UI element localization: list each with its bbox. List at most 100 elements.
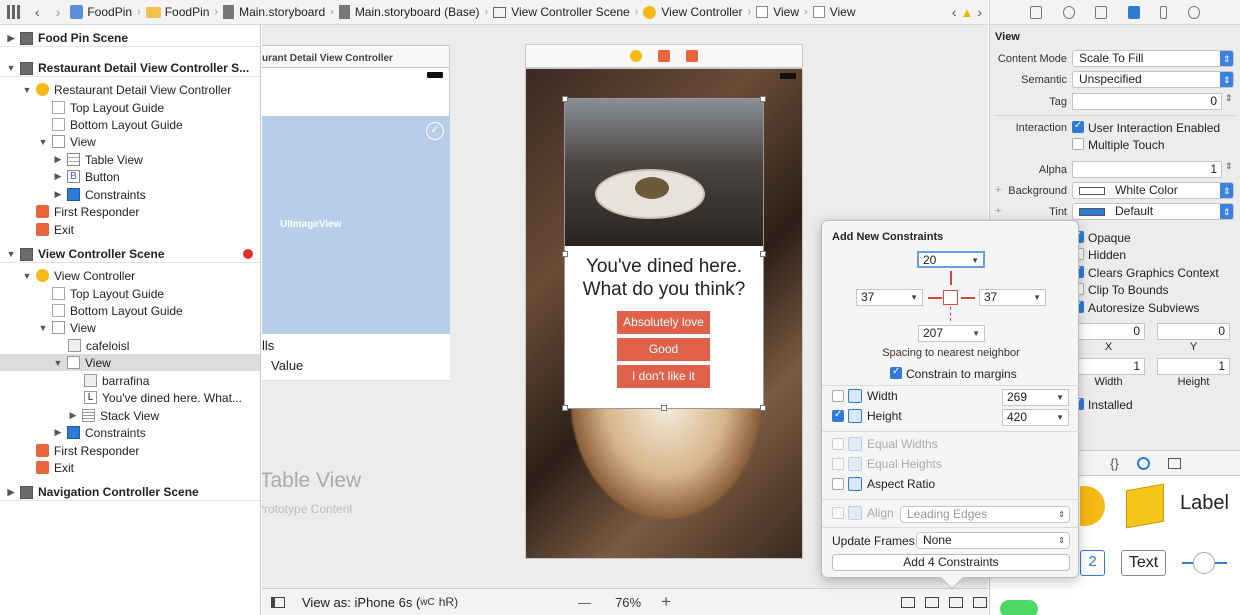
align-checkbox[interactable] <box>832 507 844 519</box>
content-mode-select[interactable]: Scale To Fill <box>1072 50 1234 67</box>
dislike-button[interactable]: I don't like it <box>617 365 710 388</box>
resize-handle[interactable] <box>562 251 568 257</box>
disclosure-down-icon[interactable]: ▼ <box>22 271 32 281</box>
jump-item-scene[interactable]: View Controller Scene <box>491 5 632 19</box>
stepper-icon[interactable]: ⇕ <box>1225 93 1233 104</box>
jump-item-project[interactable]: FoodPin <box>68 5 134 19</box>
outline-row-view-3[interactable]: ▼ View <box>0 354 260 371</box>
love-button[interactable]: Absolutely love it! <box>617 311 710 352</box>
stretch-y-field[interactable]: 0 <box>1157 323 1230 340</box>
height-checkbox[interactable] <box>832 409 844 422</box>
disclosure-right-icon[interactable]: ▶ <box>6 33 16 44</box>
equal-heights-checkbox[interactable] <box>832 458 844 470</box>
stack-icon[interactable] <box>925 596 940 608</box>
restaurant-scene[interactable]: UIImageView ✓ lls Value Table View Proto… <box>262 68 450 558</box>
good-button[interactable]: Good <box>617 338 710 361</box>
top-spacing-field[interactable]: 20 ▼ <box>917 251 985 268</box>
multiple-touch-checkbox[interactable] <box>1072 138 1084 150</box>
outline-row-vc-scene[interactable]: ▼ View Controller Scene <box>0 246 260 263</box>
height-value-field[interactable]: 420 ▼ <box>1002 409 1069 426</box>
disclosure-right-icon[interactable]: ▶ <box>53 189 63 200</box>
resize-handle[interactable] <box>760 96 766 102</box>
tint-select[interactable]: Default <box>1072 203 1234 220</box>
disclosure-down-icon[interactable]: ▼ <box>22 85 32 95</box>
toggle-outline-icon[interactable] <box>271 596 285 608</box>
dialog-view[interactable]: You've dined here. What do you think? Ab… <box>562 96 766 411</box>
file-inspector-icon[interactable] <box>1030 5 1043 19</box>
right-strut-icon[interactable] <box>961 297 975 299</box>
library-item-object-cube-icon[interactable] <box>1126 483 1164 529</box>
jump-item-view-2[interactable]: View <box>811 5 858 19</box>
bottom-spacing-field[interactable]: 207 ▼ <box>918 325 985 342</box>
equal-widths-checkbox[interactable] <box>832 438 844 450</box>
jump-item-view-controller[interactable]: View Controller <box>641 5 744 19</box>
jump-item-storyboard[interactable]: Main.storyboard <box>221 5 327 19</box>
disclosure-right-icon[interactable]: ▶ <box>53 427 63 438</box>
stepper-icon[interactable]: ⇕ <box>1225 161 1233 172</box>
aspect-ratio-checkbox[interactable] <box>832 478 844 490</box>
resolve-icon[interactable] <box>973 596 988 608</box>
disclosure-right-icon[interactable]: ▶ <box>53 154 63 165</box>
connections-inspector-icon[interactable] <box>1187 5 1200 19</box>
library-item-label[interactable]: Label <box>1180 492 1229 515</box>
size-inspector-icon[interactable] <box>1160 5 1168 19</box>
forward-icon[interactable]: › <box>56 4 61 20</box>
vc-scene[interactable]: You've dined here. What do you think? Ab… <box>525 68 803 559</box>
dropdown-icon[interactable]: ▼ <box>971 253 979 268</box>
outline-row-food-pin-scene[interactable]: ▶ Food Pin Scene <box>0 30 260 47</box>
resize-handle[interactable] <box>760 405 766 411</box>
jump-item-storyboard-base[interactable]: Main.storyboard (Base) <box>337 5 482 19</box>
outline-row-view[interactable]: ▼ View <box>0 133 260 150</box>
disclosure-down-icon[interactable]: ▼ <box>6 249 16 259</box>
zoom-out-button[interactable]: — <box>578 595 591 610</box>
outline-row-exit[interactable]: Exit <box>0 221 260 238</box>
alpha-field[interactable]: 1 <box>1072 161 1222 178</box>
error-badge-icon[interactable] <box>243 249 253 259</box>
outline-row-top-guide[interactable]: Top Layout Guide <box>0 99 260 116</box>
resize-handle[interactable] <box>562 96 568 102</box>
identity-inspector-icon[interactable] <box>1095 5 1108 19</box>
library-item-page-control[interactable]: 2 <box>1080 550 1105 576</box>
user-interaction-checkbox[interactable] <box>1072 120 1084 133</box>
width-checkbox[interactable] <box>832 390 844 402</box>
outline-row-nav-scene[interactable]: ▶ Navigation Controller Scene <box>0 484 260 501</box>
left-strut-icon[interactable] <box>928 297 942 299</box>
warning-icon[interactable]: ▲ <box>960 5 973 20</box>
image-view[interactable]: UIImageView ✓ <box>262 116 450 334</box>
dropdown-icon[interactable]: ▼ <box>972 326 980 341</box>
outline-row-view-2[interactable]: ▼ View <box>0 319 260 336</box>
add-constraints-button[interactable]: Add 4 Constraints <box>832 554 1070 571</box>
disclosure-right-icon[interactable]: ▶ <box>6 487 16 498</box>
outline-row-first-responder[interactable]: First Responder <box>0 203 260 220</box>
left-spacing-field[interactable]: 37 ▼ <box>856 289 923 306</box>
outline-row-restaurant-scene[interactable]: ▼ Restaurant Detail View Controller S... <box>0 60 260 77</box>
next-issue-icon[interactable]: › <box>977 4 982 20</box>
outline-row-bottom-guide-2[interactable]: Bottom Layout Guide <box>0 302 260 319</box>
disclosure-down-icon[interactable]: ▼ <box>53 358 63 368</box>
object-library-icon[interactable] <box>1136 456 1150 470</box>
disclosure-down-icon[interactable]: ▼ <box>38 137 48 147</box>
table-cell[interactable]: lls Value <box>262 334 450 381</box>
outline-row-restaurant-vc[interactable]: ▼ Restaurant Detail View Controller <box>0 81 260 98</box>
embed-stack-icon[interactable] <box>901 596 916 608</box>
stretch-x-field[interactable]: 0 <box>1072 323 1145 340</box>
width-value-field[interactable]: 269 ▼ <box>1002 389 1069 406</box>
outline-row-table-view[interactable]: ▶ Table View <box>0 151 260 168</box>
resize-handle[interactable] <box>661 405 667 411</box>
view-as-label[interactable]: View as: iPhone 6s ( <box>302 595 420 610</box>
dropdown-icon[interactable]: ▼ <box>1033 290 1041 305</box>
dropdown-icon[interactable]: ▼ <box>1056 390 1064 405</box>
stretch-width-field[interactable]: 1 <box>1072 358 1145 375</box>
bottom-strut-icon[interactable] <box>950 307 951 321</box>
outline-row-vc[interactable]: ▼ View Controller <box>0 267 260 284</box>
dropdown-icon[interactable]: ▼ <box>910 290 918 305</box>
background-select[interactable]: White Color <box>1072 182 1234 199</box>
library-item-text-field[interactable]: Text <box>1121 550 1166 576</box>
disclosure-right-icon[interactable]: ▶ <box>68 410 78 421</box>
help-inspector-icon[interactable] <box>1062 5 1075 19</box>
library-item-switch[interactable] <box>1000 600 1038 615</box>
exit-icon[interactable] <box>686 50 698 62</box>
right-spacing-field[interactable]: 37 ▼ <box>979 289 1046 306</box>
jump-item-folder[interactable]: FoodPin <box>144 5 212 19</box>
disclosure-down-icon[interactable]: ▼ <box>6 63 16 73</box>
